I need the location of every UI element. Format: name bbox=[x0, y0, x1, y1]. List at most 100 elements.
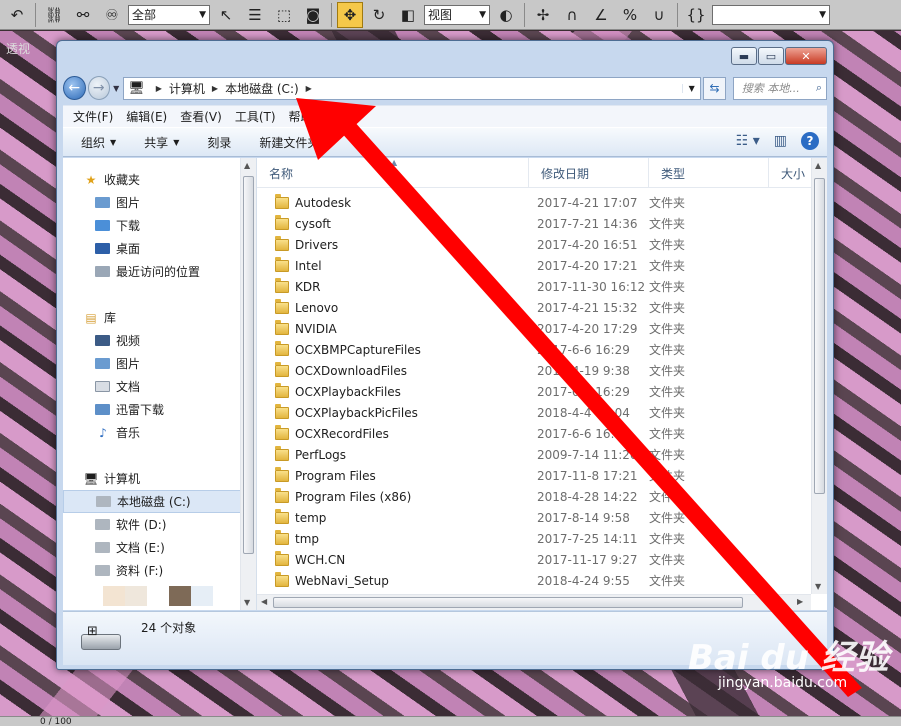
file-hscroll-thumb[interactable] bbox=[273, 597, 743, 608]
nav-item-drive-d[interactable]: 软件 (D:) bbox=[63, 513, 241, 536]
file-name-cell[interactable]: Autodesk bbox=[257, 193, 529, 210]
select-by-name-icon[interactable]: ☰ bbox=[242, 2, 268, 28]
file-name-cell[interactable]: temp bbox=[257, 508, 529, 525]
refresh-icon[interactable]: ⇆ bbox=[703, 76, 726, 100]
table-row[interactable]: WebNavi_Setup 2018-4-24 9:55 文件夹 bbox=[257, 570, 813, 591]
back-icon[interactable]: ← bbox=[63, 76, 86, 100]
table-row[interactable]: tmp 2017-7-25 14:11 文件夹 bbox=[257, 528, 813, 549]
table-row[interactable]: Drivers 2017-4-20 16:51 文件夹 bbox=[257, 234, 813, 255]
minimize-icon[interactable]: ▬ bbox=[731, 47, 757, 65]
nav-item-recent[interactable]: 最近访问的位置 bbox=[63, 260, 241, 283]
table-row[interactable]: KDR 2017-11-30 16:12 文件夹 bbox=[257, 276, 813, 297]
file-name-cell[interactable]: WebNavi_Setup bbox=[257, 571, 529, 588]
address-dropdown-icon[interactable]: ▼ bbox=[682, 83, 700, 93]
nav-item-videos[interactable]: 视频 bbox=[63, 329, 241, 352]
share-button[interactable]: 共享 ▼ bbox=[144, 134, 179, 151]
undo-icon[interactable]: ↶ bbox=[4, 2, 30, 28]
file-name-cell[interactable]: KDR bbox=[257, 277, 529, 294]
scroll-left-icon[interactable]: ◀ bbox=[261, 597, 267, 606]
new-folder-button[interactable]: 新建文件夹 bbox=[259, 134, 319, 151]
file-name-cell[interactable]: Program Files bbox=[257, 466, 529, 483]
nav-item-desktop[interactable]: 桌面 bbox=[63, 237, 241, 260]
menu-help[interactable]: 帮助(H) bbox=[289, 108, 331, 125]
window-crossing-icon[interactable]: ◙ bbox=[300, 2, 326, 28]
unlink-icon[interactable]: ⚯ bbox=[70, 2, 96, 28]
menu-edit[interactable]: 编辑(E) bbox=[126, 108, 167, 125]
table-row[interactable]: cysoft 2017-7-21 14:36 文件夹 bbox=[257, 213, 813, 234]
breadcrumb-computer[interactable]: 计算机 bbox=[169, 80, 205, 97]
file-name-cell[interactable]: OCXPlaybackFiles bbox=[257, 382, 529, 399]
libraries-header[interactable]: ▤ 库 bbox=[63, 306, 241, 329]
select-object-icon[interactable]: ↖ bbox=[213, 2, 239, 28]
file-name-cell[interactable]: OCXPlaybackPicFiles bbox=[257, 403, 529, 420]
table-row[interactable]: Program Files (x86) 2018-4-28 14:22 文件夹 bbox=[257, 486, 813, 507]
favorites-header[interactable]: ★ 收藏夹 bbox=[63, 168, 241, 191]
close-icon[interactable]: ✕ bbox=[785, 47, 827, 65]
edit-named-selection-icon[interactable]: {} bbox=[683, 2, 709, 28]
organize-button[interactable]: 组织 ▼ bbox=[81, 134, 116, 151]
change-view-icon[interactable]: ☷ ▾ bbox=[736, 133, 760, 149]
table-row[interactable]: OCXBMPCaptureFiles 2017-6-6 16:29 文件夹 bbox=[257, 339, 813, 360]
file-name-cell[interactable]: Lenovo bbox=[257, 298, 529, 315]
table-row[interactable]: OCXPlaybackFiles 2017-6-6 16:29 文件夹 bbox=[257, 381, 813, 402]
reference-coordinate-dropdown[interactable]: 视图 ▼ bbox=[424, 4, 490, 25]
nav-item-music[interactable]: ♪ 音乐 bbox=[63, 421, 241, 444]
computer-header[interactable]: 🖥 计算机 bbox=[63, 467, 241, 490]
file-name-cell[interactable]: cysoft bbox=[257, 214, 529, 231]
breadcrumb-separator-icon[interactable]: ▶ bbox=[212, 84, 218, 93]
bind-space-warp-icon[interactable]: ♾ bbox=[99, 2, 125, 28]
file-name-cell[interactable]: OCXDownloadFiles bbox=[257, 361, 529, 378]
file-name-cell[interactable]: NVIDIA bbox=[257, 319, 529, 336]
nav-item-documents[interactable]: 文档 bbox=[63, 375, 241, 398]
breadcrumb-local-disk[interactable]: 本地磁盘 (C:) bbox=[225, 80, 299, 97]
preview-pane-icon[interactable]: ▥ bbox=[774, 133, 787, 149]
column-date[interactable]: 修改日期 bbox=[529, 158, 649, 188]
scroll-up-icon[interactable]: ▲ bbox=[815, 161, 821, 170]
select-link-icon[interactable]: ⛓ bbox=[41, 2, 67, 28]
address-bar[interactable]: 🖥 ▶ 计算机 ▶ 本地磁盘 (C:) ▶ ▼ bbox=[123, 76, 702, 100]
select-manipulate-icon[interactable]: ✢ bbox=[530, 2, 556, 28]
select-rotate-icon[interactable]: ↻ bbox=[366, 2, 392, 28]
menu-tools[interactable]: 工具(T) bbox=[235, 108, 276, 125]
table-row[interactable]: Program Files 2017-11-8 17:21 文件夹 bbox=[257, 465, 813, 486]
scroll-up-icon[interactable]: ▲ bbox=[244, 161, 250, 170]
menu-view[interactable]: 查看(V) bbox=[180, 108, 222, 125]
pivot-center-icon[interactable]: ◐ bbox=[493, 2, 519, 28]
nav-item-drive-e[interactable]: 文档 (E:) bbox=[63, 536, 241, 559]
forward-icon[interactable]: → bbox=[87, 76, 111, 100]
named-selection-dropdown[interactable]: ▼ bbox=[712, 4, 830, 25]
search-input[interactable]: 搜索 本地... ⌕ bbox=[732, 76, 827, 100]
table-row[interactable]: OCXRecordFiles 2017-6-6 16:29 文件夹 bbox=[257, 423, 813, 444]
spinner-snap-icon[interactable]: ∪ bbox=[646, 2, 672, 28]
nav-item-drive-f[interactable]: 资料 (F:) bbox=[63, 559, 241, 582]
scroll-down-icon[interactable]: ▼ bbox=[815, 582, 821, 591]
nav-item-pictures[interactable]: 图片 bbox=[63, 191, 241, 214]
column-type[interactable]: 类型 bbox=[649, 158, 769, 188]
selection-filter-dropdown[interactable]: 全部 ▼ bbox=[128, 4, 210, 25]
table-row[interactable]: OCXPlaybackPicFiles 2018-4-4 14:04 文件夹 bbox=[257, 402, 813, 423]
scroll-right-icon[interactable]: ▶ bbox=[797, 597, 803, 606]
column-size[interactable]: 大小 bbox=[769, 158, 811, 188]
table-row[interactable]: temp 2017-8-14 9:58 文件夹 bbox=[257, 507, 813, 528]
file-name-cell[interactable]: OCXRecordFiles bbox=[257, 424, 529, 441]
file-name-cell[interactable]: Program Files (x86) bbox=[257, 487, 529, 504]
file-horizontal-scrollbar[interactable]: ◀ ▶ bbox=[257, 594, 811, 610]
file-name-cell[interactable]: Drivers bbox=[257, 235, 529, 252]
file-scroll-thumb[interactable] bbox=[814, 178, 825, 494]
scroll-down-icon[interactable]: ▼ bbox=[244, 598, 250, 607]
table-row[interactable]: Lenovo 2017-4-21 15:32 文件夹 bbox=[257, 297, 813, 318]
nav-item-xunlei[interactable]: 迅雷下载 bbox=[63, 398, 241, 421]
select-scale-icon[interactable]: ◧ bbox=[395, 2, 421, 28]
table-row[interactable]: OCXDownloadFiles 2018-4-19 9:38 文件夹 bbox=[257, 360, 813, 381]
file-name-cell[interactable]: OCXBMPCaptureFiles bbox=[257, 340, 529, 357]
file-name-cell[interactable]: PerfLogs bbox=[257, 445, 529, 462]
angle-snap-icon[interactable]: ∠ bbox=[588, 2, 614, 28]
nav-item-downloads[interactable]: 下载 bbox=[63, 214, 241, 237]
nav-item-lib-pictures[interactable]: 图片 bbox=[63, 352, 241, 375]
select-move-icon[interactable]: ✥ bbox=[337, 1, 363, 28]
rect-selection-icon[interactable]: ⬚ bbox=[271, 2, 297, 28]
file-name-cell[interactable]: tmp bbox=[257, 529, 529, 546]
percent-snap-icon[interactable]: % bbox=[617, 2, 643, 28]
table-row[interactable]: NVIDIA 2017-4-20 17:29 文件夹 bbox=[257, 318, 813, 339]
breadcrumb-separator-icon[interactable]: ▶ bbox=[306, 84, 312, 93]
